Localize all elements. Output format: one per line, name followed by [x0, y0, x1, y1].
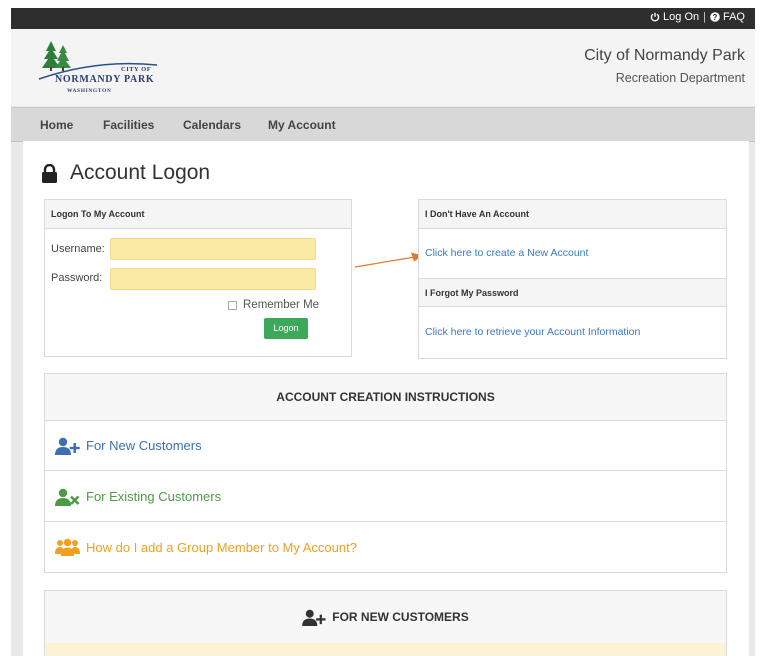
main-nav: Home Facilities Calendars My Account	[11, 107, 755, 142]
retrieve-account-link[interactable]: Click here to retrieve your Account Info…	[425, 326, 640, 338]
site-title: City of Normandy Park	[584, 47, 745, 64]
orange-arrow-annotation	[354, 252, 423, 268]
new-customers-heading: FOR NEW CUSTOMERS	[45, 591, 726, 644]
instructions-row-group[interactable]: How do I add a Group Member to My Accoun…	[45, 522, 726, 572]
username-label: Username:	[51, 243, 105, 255]
no-account-panel: I Don't Have An Account Click here to cr…	[418, 199, 727, 359]
instructions-row-existing-label: For Existing Customers	[86, 489, 222, 504]
user-plus-icon	[55, 437, 80, 455]
logon-button[interactable]: Logon	[264, 318, 308, 339]
user-plus-icon	[302, 609, 326, 626]
instructions-row-group-label: How do I add a Group Member to My Accoun…	[86, 539, 357, 555]
logo-line3: Washington	[67, 88, 112, 94]
logon-panel: Logon To My Account Username: Password: …	[44, 199, 352, 357]
tree-logo-icon	[38, 41, 158, 80]
page-title: Account Logon	[41, 161, 210, 185]
power-icon	[650, 12, 660, 22]
top-separator: |	[703, 11, 706, 23]
new-customers-title: FOR NEW CUSTOMERS	[332, 610, 469, 624]
city-logo[interactable]: City of Normandy Park Washington	[37, 39, 197, 99]
faq-link[interactable]: ? FAQ	[710, 11, 745, 23]
remember-me[interactable]: Remember Me	[228, 299, 319, 311]
remember-me-label: Remember Me	[243, 299, 320, 311]
nav-item-home[interactable]: Home	[40, 118, 73, 132]
svg-text:?: ?	[713, 13, 718, 22]
main-content: Account Logon Logon To My Account Userna…	[23, 141, 749, 656]
remember-me-checkbox[interactable]	[228, 300, 237, 310]
nav-item-facilities[interactable]: Facilities	[103, 118, 154, 132]
instructions-row-new[interactable]: For New Customers	[45, 421, 726, 471]
log-on-link[interactable]: Log On	[650, 11, 699, 23]
password-input[interactable]	[110, 268, 316, 290]
lock-icon	[42, 163, 57, 183]
top-links: Log On | ? FAQ	[650, 11, 745, 23]
top-bar: Log On | ? FAQ	[11, 8, 755, 29]
nav-item-calendars[interactable]: Calendars	[183, 118, 241, 132]
site-header: City of Normandy Park Washington City of…	[11, 29, 755, 106]
site-subtitle: Recreation Department	[615, 71, 745, 85]
question-icon: ?	[710, 12, 720, 22]
group-icon	[55, 538, 80, 556]
faq-label: FAQ	[722, 11, 745, 23]
new-customers-panel: FOR NEW CUSTOMERS	[44, 590, 727, 656]
nav-item-my-account[interactable]: My Account	[268, 118, 336, 132]
create-account-link[interactable]: Click here to create a New Account	[425, 247, 588, 259]
logon-panel-heading: Logon To My Account	[45, 200, 351, 229]
forgot-password-heading: I Forgot My Password	[419, 278, 726, 307]
username-input[interactable]	[110, 238, 316, 260]
new-customers-notice	[45, 643, 726, 656]
instructions-row-existing[interactable]: For Existing Customers	[45, 472, 726, 522]
logo-line2: Normandy Park	[55, 74, 155, 85]
password-label: Password:	[51, 272, 103, 284]
logo-line1: City of	[121, 66, 152, 73]
page-title-text: Account Logon	[70, 161, 211, 184]
browser-viewport: Log On | ? FAQ City of Normandy Park	[11, 8, 755, 656]
log-on-label: Log On	[663, 11, 700, 23]
instructions-row-new-label: For New Customers	[86, 438, 202, 453]
no-account-heading: I Don't Have An Account	[419, 200, 726, 229]
user-x-icon	[55, 488, 80, 506]
instructions-title: ACCOUNT CREATION INSTRUCTIONS	[45, 374, 726, 421]
instructions-panel: ACCOUNT CREATION INSTRUCTIONS For New Cu…	[44, 373, 727, 573]
